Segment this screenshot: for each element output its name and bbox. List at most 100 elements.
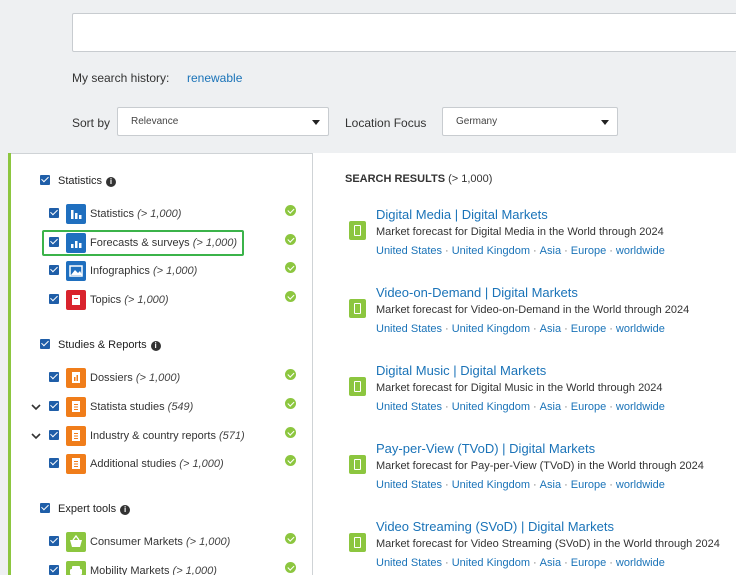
result-title-link[interactable]: Video-on-Demand | Digital Markets [376,285,578,300]
expert-section-checkbox[interactable] [40,503,50,513]
result-title-link[interactable]: Video Streaming (SVoD) | Digital Markets [376,519,614,534]
result-tag-link[interactable]: worldwide [616,245,665,257]
image-icon [66,261,86,281]
tag-separator: · [445,479,449,491]
check-circle-icon [285,427,296,438]
tag-separator: · [564,479,568,491]
result-tag-link[interactable]: worldwide [616,323,665,335]
expert-section-title: Expert tools i [58,503,131,515]
statistics-checkbox[interactable] [49,208,59,218]
result-tag-link[interactable]: worldwide [616,557,665,569]
info-icon[interactable]: i [150,341,161,351]
result-tag-link[interactable]: United Kingdom [452,557,530,569]
tag-separator: · [609,479,613,491]
search-input[interactable] [72,13,736,52]
sort-select[interactable]: Relevance [117,107,329,136]
section-title-text: Studies & Reports [58,339,147,351]
result-tag-link[interactable]: Europe [571,557,606,569]
statistics-section-checkbox[interactable] [40,175,50,185]
result-tag-link[interactable]: United Kingdom [452,323,530,335]
result-tag-link[interactable]: Asia [540,401,561,413]
tag-separator: · [564,557,568,569]
consumer-markets-filter-label[interactable]: Consumer Markets (> 1,000) [90,536,230,548]
industry-reports-filter-label[interactable]: Industry & country reports (571) [90,430,245,442]
tag-separator: · [445,557,449,569]
result-title-link[interactable]: Digital Media | Digital Markets [376,207,548,222]
check-circle-icon [285,398,296,409]
infographics-checkbox[interactable] [49,265,59,275]
mobility-markets-filter-label[interactable]: Mobility Markets (> 1,000) [90,565,217,575]
document-icon [66,426,86,446]
mobile-device-icon [349,377,366,396]
tag-separator: · [533,245,537,257]
mobility-markets-checkbox[interactable] [49,565,59,575]
dossiers-checkbox[interactable] [49,372,59,382]
statistics-filter-label[interactable]: Statistics (> 1,000) [90,208,181,220]
statista-studies-filter-label[interactable]: Statista studies (549) [90,401,193,413]
additional-studies-checkbox[interactable] [49,458,59,468]
result-tag-link[interactable]: United Kingdom [452,401,530,413]
result-tag-link[interactable]: United States [376,479,442,491]
result-tag-link[interactable]: United States [376,557,442,569]
result-tag-link[interactable]: Europe [571,245,606,257]
result-tag-link[interactable]: Asia [540,245,561,257]
result-tag-link[interactable]: United States [376,401,442,413]
search-history-label: My search history: [72,71,170,85]
topic-book-icon [66,290,86,310]
result-tag-link[interactable]: worldwide [616,479,665,491]
result-tag-link[interactable]: Europe [571,479,606,491]
result-tag-link[interactable]: United Kingdom [452,245,530,257]
filter-name: Consumer Markets [90,536,183,548]
infographics-filter-label[interactable]: Infographics (> 1,000) [90,265,197,277]
result-title-link[interactable]: Digital Music | Digital Markets [376,363,546,378]
result-tags: United States · United Kingdom · Asia · Europe… [376,401,665,413]
filter-count: (> 1,000) [185,536,231,548]
chevron-down-icon[interactable] [31,431,41,441]
mobile-device-icon [349,533,366,552]
studies-section-checkbox[interactable] [40,339,50,349]
filter-count: (> 1,000) [172,565,217,575]
result-tags: United States · United Kingdom · Asia · Europe… [376,479,665,491]
filter-count: (> 1,000) [179,458,224,470]
topics-checkbox[interactable] [49,294,59,304]
tag-separator: · [533,401,537,413]
result-tag-link[interactable]: Europe [571,401,606,413]
result-tag-link[interactable]: United States [376,323,442,335]
location-focus-select[interactable]: Germany [442,107,618,136]
result-tag-link[interactable]: Europe [571,323,606,335]
result-tag-link[interactable]: United Kingdom [452,479,530,491]
filter-name: Industry & country reports [90,430,216,442]
result-title-link[interactable]: Pay-per-View (TVoD) | Digital Markets [376,441,595,456]
check-circle-icon [285,369,296,380]
filter-name: Infographics [90,265,150,277]
chevron-down-icon[interactable] [31,402,41,412]
result-tag-link[interactable]: United States [376,245,442,257]
tag-separator: · [609,245,613,257]
additional-studies-filter-label[interactable]: Additional studies (> 1,000) [90,458,224,470]
result-tag-link[interactable]: worldwide [616,401,665,413]
basket-icon [66,532,86,552]
consumer-markets-checkbox[interactable] [49,536,59,546]
topics-filter-label[interactable]: Topics (> 1,000) [90,294,169,306]
filter-name: Additional studies [90,458,177,470]
forecasts-checkbox[interactable] [49,237,59,247]
dossiers-filter-label[interactable]: Dossiers (> 1,000) [90,372,180,384]
statistics-section-title: Statistics i [58,175,117,187]
result-tag-link[interactable]: Asia [540,479,561,491]
location-focus-label: Location Focus [345,116,427,130]
search-history-link[interactable]: renewable [187,71,242,85]
result-description: Market forecast for Digital Media in the… [376,226,664,238]
filter-count: (> 1,000) [124,294,169,306]
tag-separator: · [445,323,449,335]
info-icon[interactable]: i [120,505,131,515]
tag-separator: · [609,557,613,569]
filter-count: (571) [219,430,245,442]
info-icon[interactable]: i [106,177,117,187]
forecasts-filter-label[interactable]: Forecasts & surveys (> 1,000) [90,237,237,249]
filter-name: Statistics [90,208,135,220]
result-tag-link[interactable]: Asia [540,323,561,335]
statista-studies-checkbox[interactable] [49,401,59,411]
industry-reports-checkbox[interactable] [49,430,59,440]
result-tag-link[interactable]: Asia [540,557,561,569]
search-page: My search history: renewable Sort by Rel… [0,0,736,575]
